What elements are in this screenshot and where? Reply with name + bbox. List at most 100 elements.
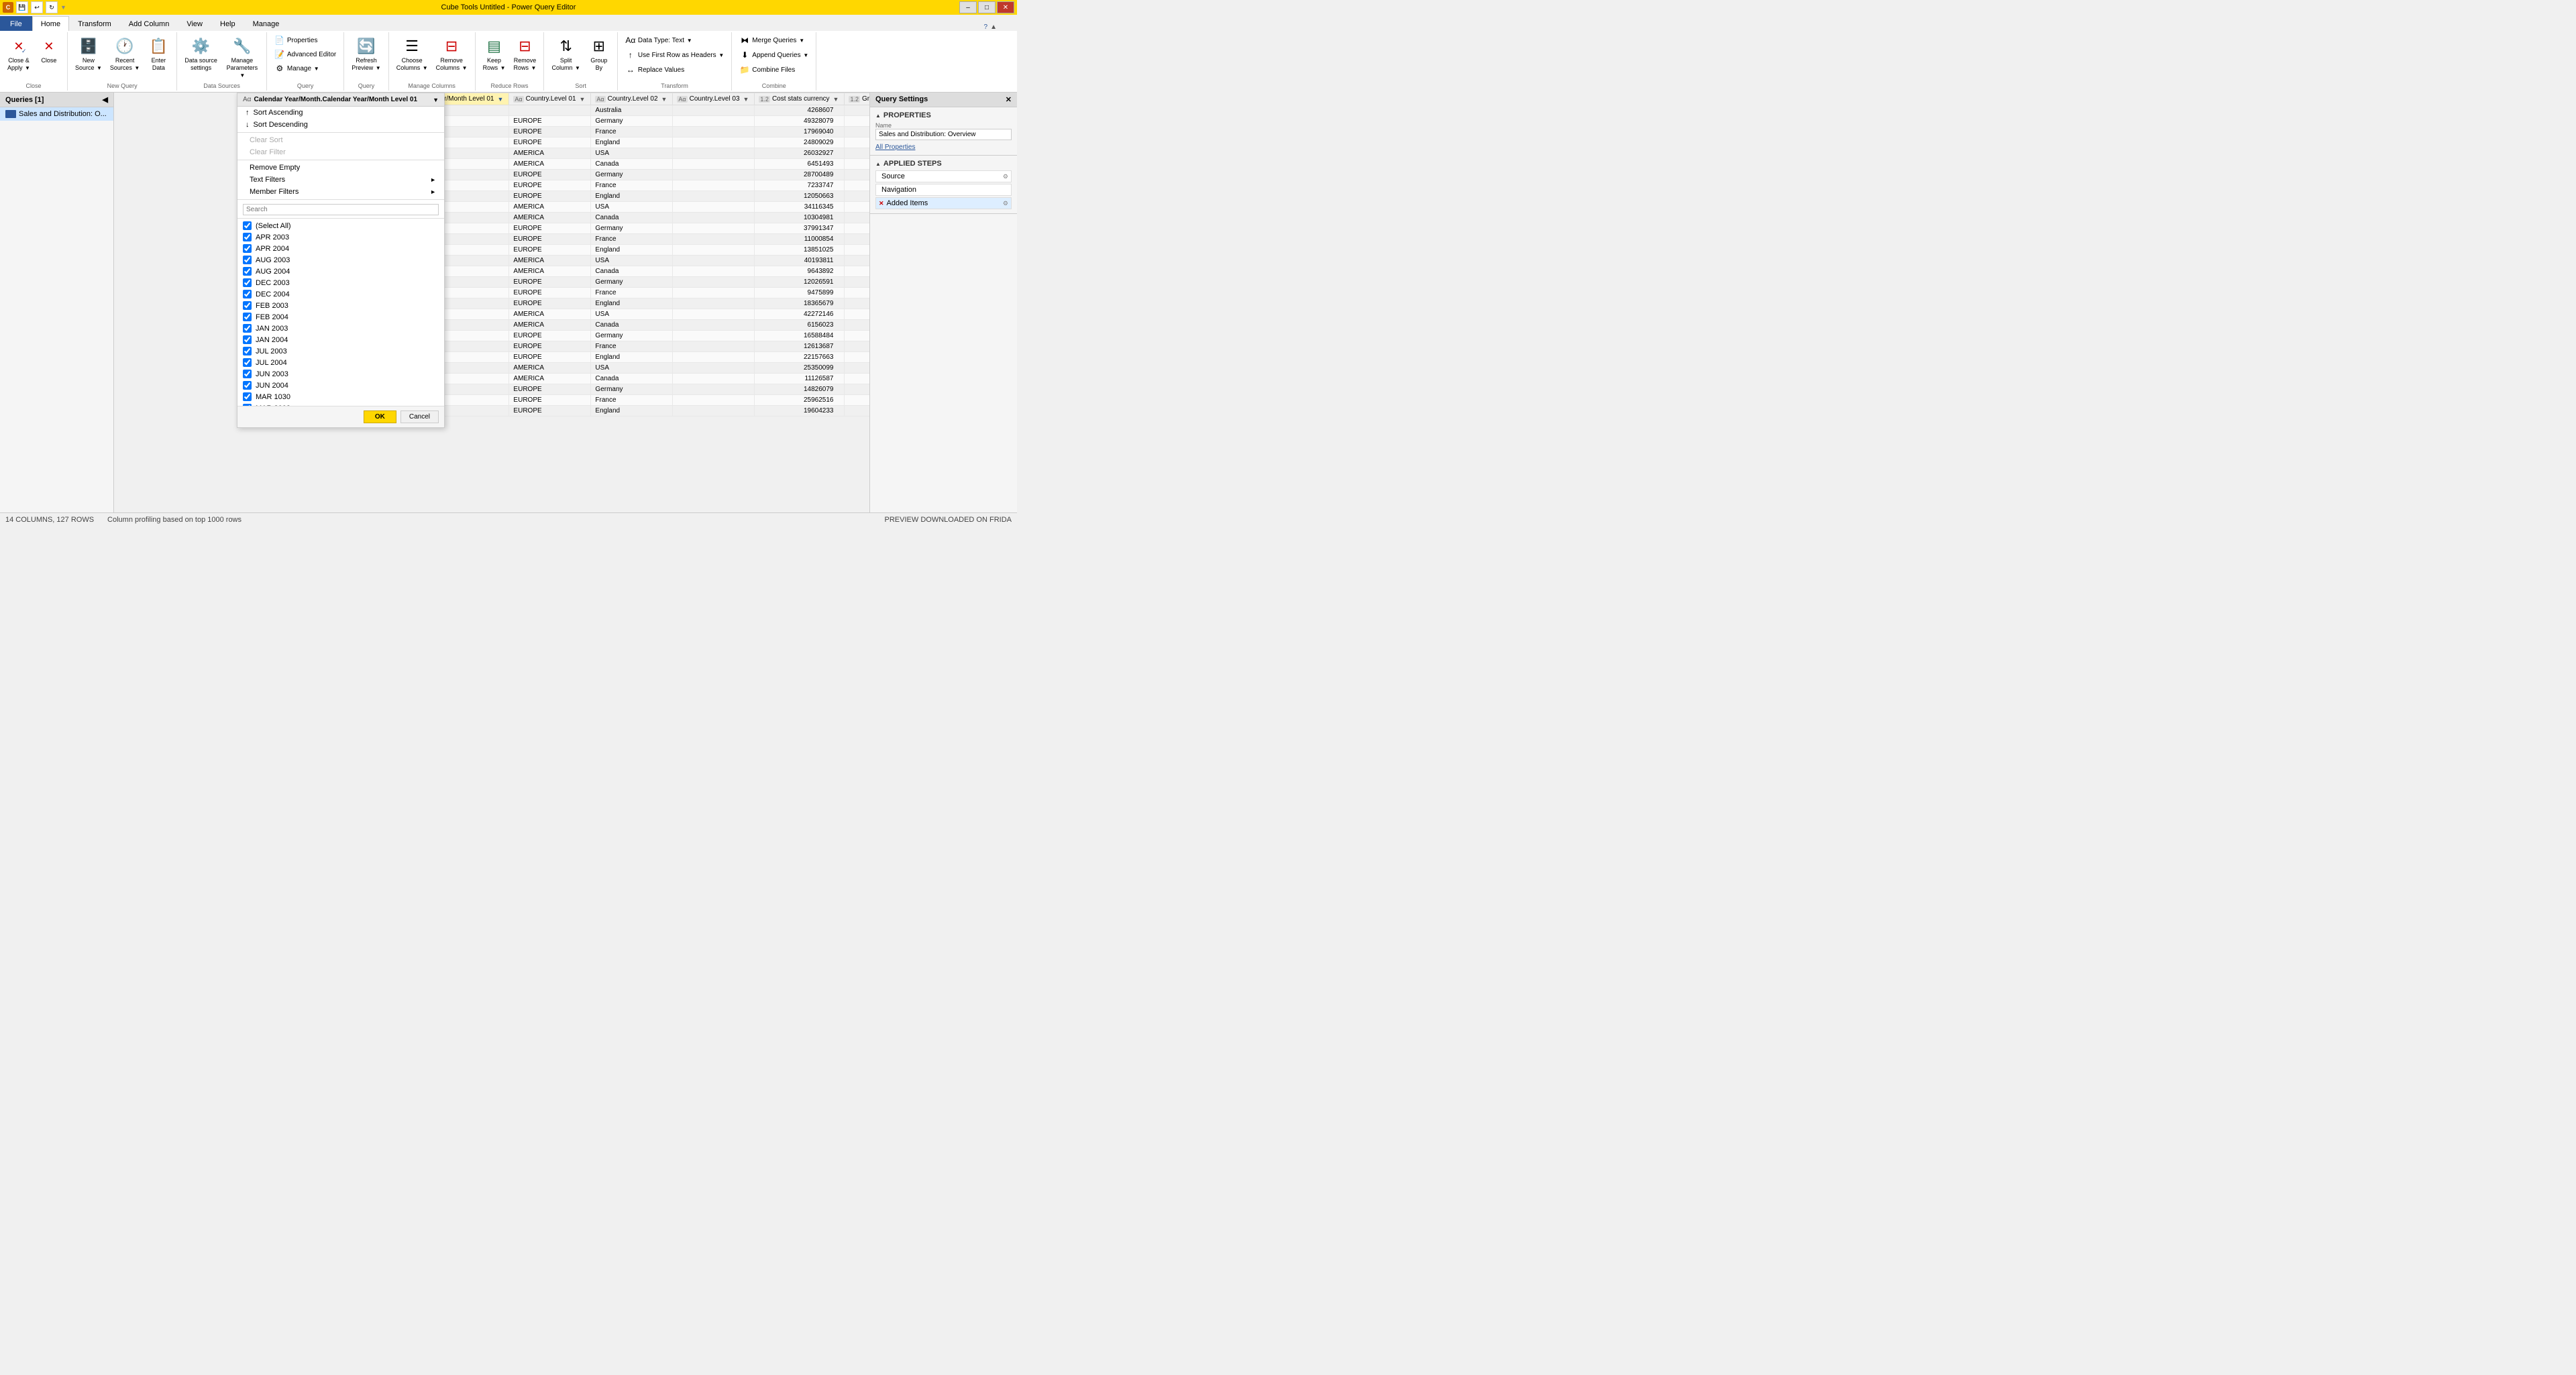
check-11[interactable] <box>243 358 252 367</box>
tab-manage[interactable]: Manage <box>244 16 288 31</box>
step-source-settings-icon[interactable]: ⚙ <box>1003 173 1008 180</box>
col-filter-btn-1[interactable]: ▼ <box>578 96 587 103</box>
append-queries-button[interactable]: ⬇ Append Queries ▼ <box>736 48 812 62</box>
check-13[interactable] <box>243 381 252 390</box>
check-item-13[interactable]: JUN 2004 <box>237 380 444 391</box>
all-properties-link[interactable]: All Properties <box>875 143 1012 151</box>
advanced-editor-button[interactable]: 📝 Advanced Editor <box>271 48 339 61</box>
tab-add-column[interactable]: Add Column <box>120 16 178 31</box>
check-12[interactable] <box>243 370 252 378</box>
check-item-7[interactable]: FEB 2004 <box>237 311 444 323</box>
check-3[interactable] <box>243 267 252 276</box>
tab-view[interactable]: View <box>178 16 211 31</box>
tab-help[interactable]: Help <box>211 16 244 31</box>
redo-button[interactable]: ↻ <box>46 1 58 13</box>
check-14[interactable] <box>243 392 252 401</box>
query-item[interactable]: Sales and Distribution: O... <box>0 107 113 121</box>
tab-transform[interactable]: Transform <box>69 16 120 31</box>
close-button-ribbon[interactable]: ✕ Close <box>35 34 63 66</box>
manage-parameters-button[interactable]: 🔧 ManageParameters ▼ <box>222 34 262 80</box>
properties-button[interactable]: 📄 Properties <box>271 34 321 47</box>
check-9[interactable] <box>243 335 252 344</box>
remove-rows-button[interactable]: ⊟ RemoveRows ▼ <box>511 34 540 74</box>
first-row-headers-button[interactable]: ↑ Use First Row as Headers ▼ <box>622 48 727 62</box>
data-source-settings-button[interactable]: ⚙️ Data sourcesettings <box>181 34 221 74</box>
check-8[interactable] <box>243 324 252 333</box>
merge-queries-button[interactable]: ⧓ Merge Queries ▼ <box>736 34 808 47</box>
check-item-14[interactable]: MAR 1030 <box>237 391 444 402</box>
col-header-5[interactable]: 1.2 Gross weight <box>845 93 869 105</box>
split-column-button[interactable]: ⇅ SplitColumn ▼ <box>548 34 583 74</box>
step-added-items-delete-icon[interactable]: ✕ <box>879 200 884 207</box>
recent-sources-button[interactable]: 🕐 RecentSources ▼ <box>107 34 143 74</box>
query-settings-close-icon[interactable]: ✕ <box>1006 95 1012 104</box>
close-apply-button[interactable]: ✕✓ Close &Apply ▼ <box>4 34 34 74</box>
step-added-items[interactable]: ✕ Added Items ⚙ <box>875 197 1012 209</box>
keep-rows-button[interactable]: ▤ KeepRows ▼ <box>480 34 509 74</box>
replace-values-button[interactable]: ↔ Replace Values <box>622 63 688 76</box>
enter-data-button[interactable]: 📋 EnterData <box>144 34 172 74</box>
check-item-12[interactable]: JUN 2003 <box>237 368 444 380</box>
check-15[interactable] <box>243 404 252 406</box>
check-item-1[interactable]: APR 2004 <box>237 243 444 254</box>
close-button[interactable]: ✕ <box>997 1 1014 13</box>
step-source[interactable]: Source ⚙ <box>875 170 1012 182</box>
check-item-11[interactable]: JUL 2004 <box>237 357 444 368</box>
check-item-9[interactable]: JAN 2004 <box>237 334 444 345</box>
check-7[interactable] <box>243 313 252 321</box>
filter-remove-empty[interactable]: Remove Empty <box>237 162 444 174</box>
check-item-5[interactable]: DEC 2004 <box>237 288 444 300</box>
minimize-button[interactable]: – <box>959 1 977 13</box>
choose-columns-button[interactable]: ☰ ChooseColumns ▼ <box>393 34 431 74</box>
check-item-4[interactable]: DEC 2003 <box>237 277 444 288</box>
new-source-button[interactable]: 🗄️ NewSource ▼ <box>72 34 105 74</box>
name-input[interactable] <box>875 129 1012 140</box>
data-type-button[interactable]: Aα Data Type: Text ▼ <box>622 34 696 47</box>
col-header-2[interactable]: Aα Country.Level 02 ▼ <box>591 93 673 105</box>
check-6[interactable] <box>243 301 252 310</box>
check-5[interactable] <box>243 290 252 298</box>
check-4[interactable] <box>243 278 252 287</box>
col-header-3[interactable]: Aα Country.Level 03 ▼ <box>673 93 755 105</box>
check-2[interactable] <box>243 256 252 264</box>
filter-ok-button[interactable]: OK <box>364 410 396 423</box>
remove-columns-button[interactable]: ⊟ RemoveColumns ▼ <box>433 34 471 74</box>
col-filter-btn-3[interactable]: ▼ <box>742 96 751 103</box>
check-item-6[interactable]: FEB 2003 <box>237 300 444 311</box>
col-header-1[interactable]: Aα Country.Level 01 ▼ <box>509 93 591 105</box>
col-filter-btn-0[interactable]: ▼ <box>496 96 505 103</box>
check-item-10[interactable]: JUL 2003 <box>237 345 444 357</box>
check-item-8[interactable]: JAN 2003 <box>237 323 444 334</box>
help-icon[interactable]: ? <box>984 23 988 31</box>
check-item-3[interactable]: AUG 2004 <box>237 266 444 277</box>
refresh-preview-button[interactable]: 🔄 RefreshPreview ▼ <box>348 34 384 74</box>
check-item-2[interactable]: AUG 2003 <box>237 254 444 266</box>
check-select-all[interactable] <box>243 221 252 230</box>
filter-text-filters[interactable]: Text Filters ► <box>237 174 444 186</box>
step-added-items-settings-icon[interactable]: ⚙ <box>1003 200 1008 207</box>
tab-home[interactable]: Home <box>32 16 69 31</box>
check-0[interactable] <box>243 233 252 241</box>
col-filter-btn-4[interactable]: ▼ <box>832 96 841 103</box>
check-10[interactable] <box>243 347 252 355</box>
filter-member-filters[interactable]: Member Filters ► <box>237 186 444 198</box>
ribbon-collapse[interactable]: ▲ <box>990 23 997 31</box>
col-filter-btn-2[interactable]: ▼ <box>660 96 669 103</box>
col-header-4[interactable]: 1.2 Cost stats currency ▼ <box>755 93 845 105</box>
manage-button[interactable]: ⚙ Manage ▼ <box>271 62 323 75</box>
undo-button[interactable]: ↩ <box>31 1 43 13</box>
filter-cancel-button[interactable]: Cancel <box>400 410 439 423</box>
check-1[interactable] <box>243 244 252 253</box>
maximize-button[interactable]: □ <box>978 1 996 13</box>
filter-sort-ascending[interactable]: ↑ Sort Ascending <box>237 107 444 119</box>
queries-collapse-icon[interactable]: ◀ <box>103 95 108 104</box>
filter-search-input[interactable] <box>243 204 439 215</box>
step-navigation[interactable]: Navigation <box>875 184 1012 196</box>
combine-files-button[interactable]: 📁 Combine Files <box>736 63 798 76</box>
group-by-button[interactable]: ⊞ GroupBy <box>585 34 613 74</box>
check-item-select-all[interactable]: (Select All) <box>237 220 444 231</box>
tab-file[interactable]: File <box>0 16 32 31</box>
check-item-0[interactable]: APR 2003 <box>237 231 444 243</box>
filter-sort-descending[interactable]: ↓ Sort Descending <box>237 119 444 131</box>
save-button[interactable]: 💾 <box>16 1 28 13</box>
